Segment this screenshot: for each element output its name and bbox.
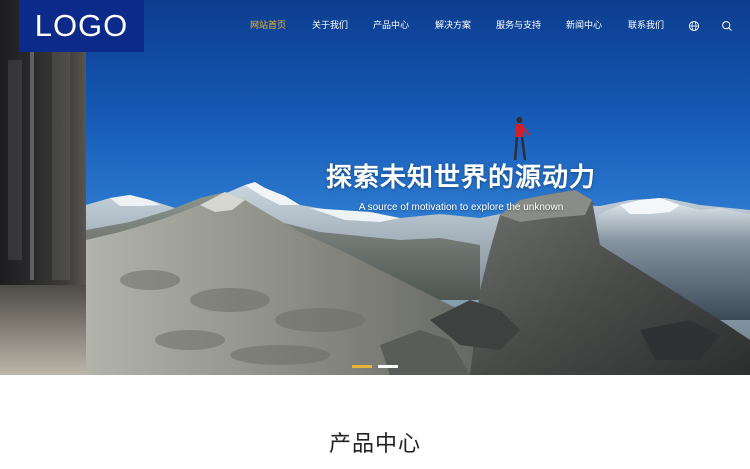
search-icon[interactable] — [721, 20, 733, 32]
nav-item-about[interactable]: 关于我们 — [312, 18, 348, 34]
section-title: 产品中心 — [328, 432, 421, 457]
nav-item-support[interactable]: 服务与支持 — [496, 18, 541, 34]
hero-subtitle: A source of motivation to explore the un… — [358, 202, 564, 213]
climber-figure — [513, 117, 530, 161]
nav-item-products[interactable]: 产品中心 — [373, 18, 409, 34]
slider-dot-1[interactable] — [352, 365, 372, 368]
nav-item-solutions[interactable]: 解决方案 — [435, 18, 471, 34]
globe-icon[interactable] — [688, 20, 700, 32]
nav-item-news[interactable]: 新闻中心 — [566, 18, 602, 34]
slider-dot-2[interactable] — [378, 365, 398, 368]
hero-title: 探索未知世界的源动力 — [325, 163, 596, 193]
nav-item-contact[interactable]: 联系我们 — [628, 18, 664, 34]
nav-item-home[interactable]: 网站首页 — [250, 18, 286, 34]
main-nav: 网站首页 关于我们 产品中心 解决方案 服务与支持 新闻中心 联系我们 — [0, 18, 750, 34]
hero-banner: LOGO 网站首页 关于我们 产品中心 解决方案 服务与支持 新闻中心 联系我们… — [0, 0, 750, 375]
